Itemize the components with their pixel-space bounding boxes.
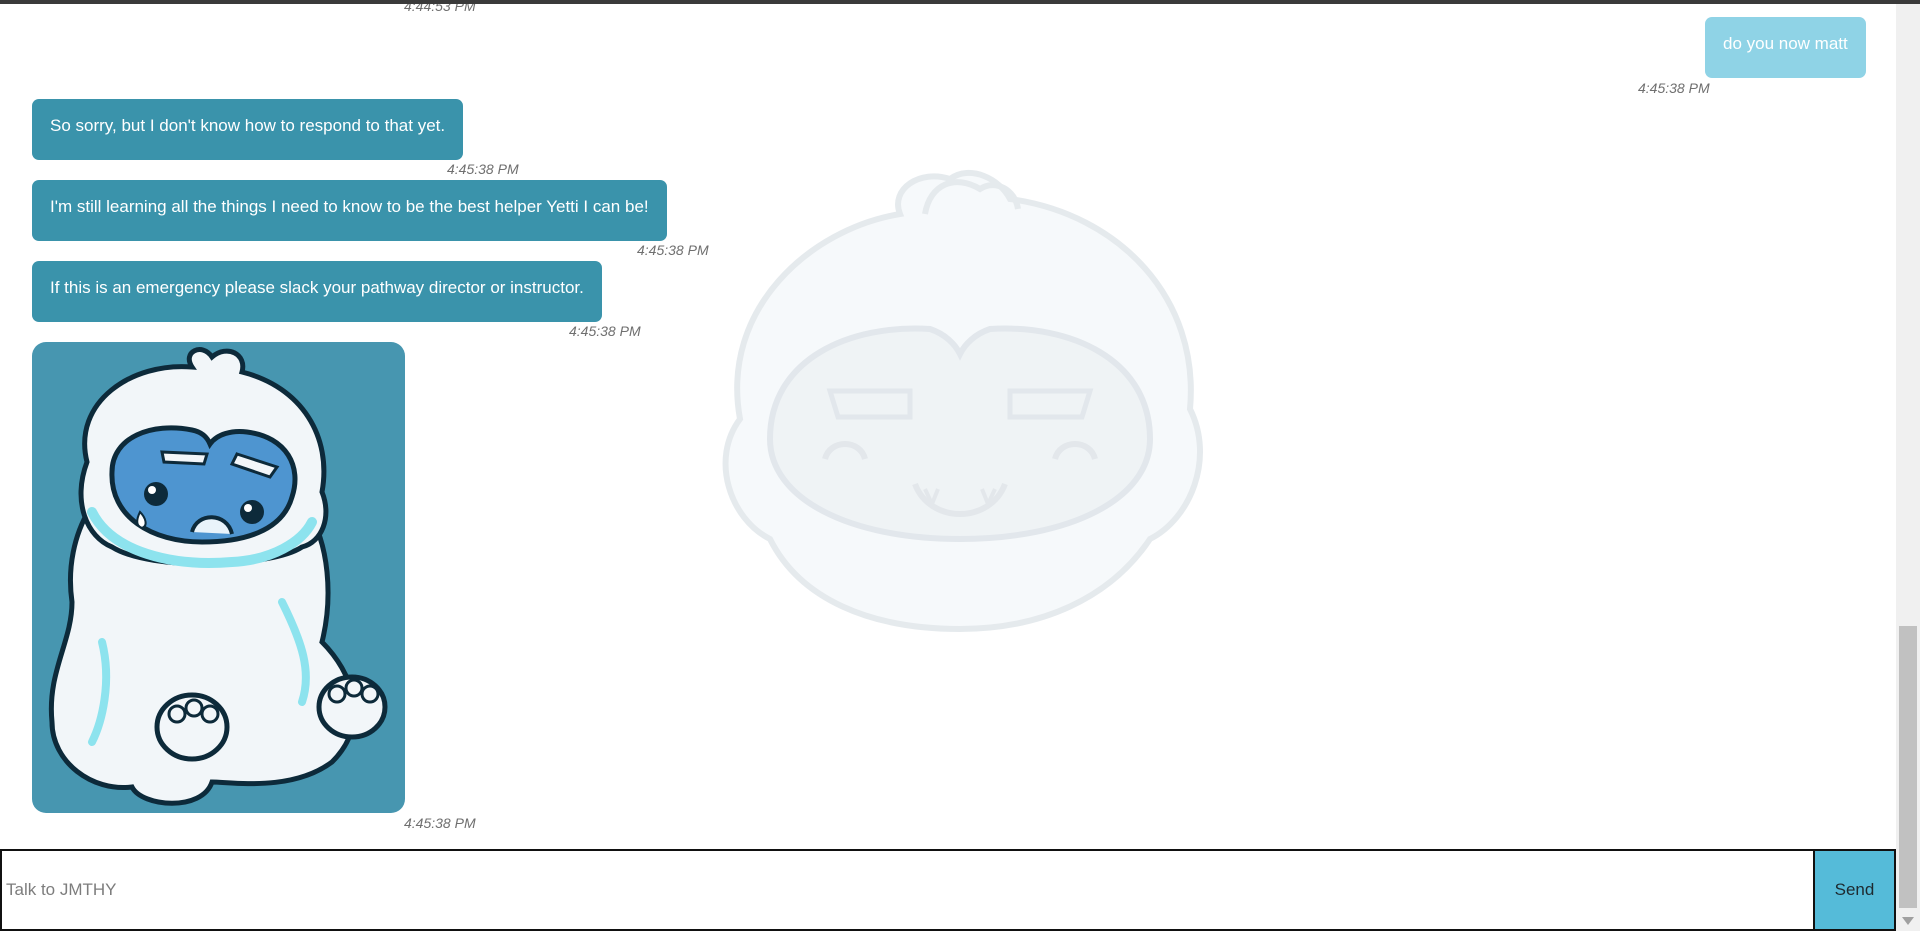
user-message: do you now matt <box>1705 17 1866 78</box>
bot-message: I'm still learning all the things I need… <box>32 180 667 241</box>
scroll-down-arrow-icon[interactable] <box>1902 917 1914 925</box>
vertical-scrollbar[interactable] <box>1896 4 1920 931</box>
user-message-timestamp: 4:45:38 PM <box>1638 80 1710 96</box>
bot-message-text: I'm still learning all the things I need… <box>50 197 649 216</box>
bot-image-message <box>32 342 405 813</box>
sad-yeti-illustration-icon <box>48 347 388 806</box>
yeti-watermark-icon <box>722 170 1203 633</box>
previous-timestamp: 4:44:53 PM <box>404 4 476 14</box>
bot-message-timestamp: 4:45:38 PM <box>569 323 641 339</box>
bot-message-text: So sorry, but I don't know how to respon… <box>50 116 446 135</box>
chat-log[interactable]: 4:44:53 PM do you now matt 4:45:38 PM So… <box>0 4 1896 849</box>
scrollbar-thumb[interactable] <box>1899 626 1917 908</box>
message-input[interactable] <box>2 851 1813 929</box>
send-button[interactable]: Send <box>1815 849 1896 931</box>
bot-image-timestamp: 4:45:38 PM <box>404 815 476 831</box>
bot-message-timestamp: 4:45:38 PM <box>637 242 709 258</box>
bot-message: If this is an emergency please slack you… <box>32 261 602 322</box>
message-composer <box>0 849 1815 931</box>
bot-message-timestamp: 4:45:38 PM <box>447 161 519 177</box>
user-message-text: do you now matt <box>1723 34 1848 53</box>
bot-message: So sorry, but I don't know how to respon… <box>32 99 464 160</box>
bot-message-text: If this is an emergency please slack you… <box>50 278 584 297</box>
